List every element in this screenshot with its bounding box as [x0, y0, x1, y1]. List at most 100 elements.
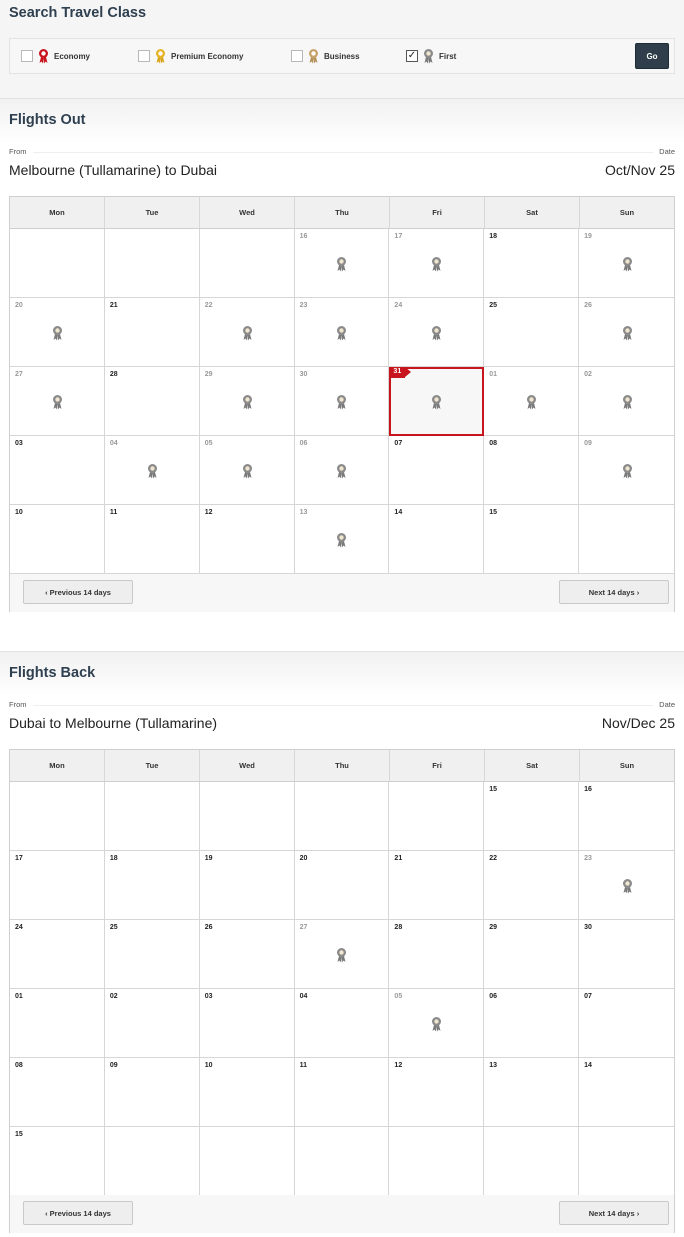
day-number: 19: [204, 855, 213, 862]
business-option[interactable]: Business: [291, 39, 360, 73]
day-number: 11: [299, 1062, 307, 1069]
day-number: 25: [109, 924, 118, 931]
calendar-day: 02: [104, 989, 200, 1058]
calendar-day[interactable]: 02: [579, 367, 674, 436]
weekday-label: Mon: [10, 197, 105, 228]
grey-medal-icon: [424, 49, 433, 64]
calendar-day[interactable]: 27: [294, 920, 390, 989]
day-number: 15: [15, 1131, 23, 1138]
day-number: 29: [489, 924, 498, 931]
first-option[interactable]: ✓ First: [406, 39, 456, 73]
day-number: 01: [15, 993, 23, 1000]
calendar-day[interactable]: 24: [389, 298, 485, 367]
calendar-day[interactable]: 06: [294, 436, 390, 505]
calendar-day[interactable]: 22: [199, 298, 295, 367]
day-number: 24: [15, 924, 23, 931]
calendar-day[interactable]: 27: [10, 367, 105, 436]
first-class-medal-icon: [622, 464, 632, 479]
first-class-medal-icon: [432, 395, 442, 410]
flights-back-header: Flights Back: [0, 651, 684, 696]
calendar-day: 15: [484, 782, 580, 851]
calendar-day[interactable]: 31: [389, 367, 485, 436]
economy-checkbox[interactable]: [21, 50, 33, 62]
flights-out-title: Flights Out: [9, 112, 86, 128]
calendar-day: 11: [294, 1058, 390, 1127]
day-number: 20: [15, 302, 23, 309]
day-number: 13: [299, 509, 308, 516]
weekday-label: Thu: [295, 197, 390, 228]
weekday-label: Wed: [200, 750, 295, 781]
calendar-day[interactable]: 19: [579, 229, 674, 298]
day-number: 02: [584, 371, 592, 378]
day-number: 23: [299, 302, 308, 309]
calendar-day[interactable]: 04: [104, 436, 200, 505]
day-number: 15: [489, 786, 498, 793]
calendar-day: 10: [10, 505, 105, 574]
weekday-label: Thu: [295, 750, 390, 781]
weekday-label: Sun: [619, 761, 635, 770]
calendar-day[interactable]: 23: [294, 298, 390, 367]
day-number: 24: [394, 302, 403, 309]
day-number: 21: [394, 855, 403, 862]
next-14-days-button[interactable]: Next 14 days ›: [559, 580, 669, 604]
calendar-day: 04: [294, 989, 390, 1058]
calendar-day: 08: [484, 436, 580, 505]
first-class-medal-icon: [337, 948, 347, 963]
bronze-medal-icon: [309, 49, 318, 64]
calendar-day: 07: [579, 989, 674, 1058]
calendar-day: 16: [579, 782, 674, 851]
calendar-empty-cell: [484, 1127, 580, 1196]
day-number: 16: [584, 786, 592, 793]
calendar-day[interactable]: 29: [199, 367, 295, 436]
calendar-day: 18: [484, 229, 580, 298]
day-number: 11: [109, 509, 118, 516]
business-checkbox[interactable]: [291, 50, 303, 62]
calendar-day[interactable]: 30: [294, 367, 390, 436]
calendar-day: 28: [104, 367, 200, 436]
calendar-day: 14: [389, 505, 485, 574]
go-button[interactable]: Go: [635, 43, 669, 69]
day-number: 17: [394, 233, 403, 240]
calendar-day: 12: [389, 1058, 485, 1127]
calendar-day[interactable]: 20: [10, 298, 105, 367]
day-number: 23: [584, 855, 592, 862]
day-number: 12: [204, 509, 213, 516]
calendar-day[interactable]: 23: [579, 851, 674, 920]
day-number: 22: [204, 302, 213, 309]
calendar-day[interactable]: 16: [294, 229, 390, 298]
day-number: 29: [204, 371, 213, 378]
calendar-day[interactable]: 17: [389, 229, 485, 298]
calendar-empty-cell: [10, 782, 105, 851]
calendar-day[interactable]: 05: [389, 989, 485, 1058]
previous-14-days-button[interactable]: ‹ Previous 14 days: [23, 580, 133, 604]
calendar-day: 20: [294, 851, 390, 920]
calendar-day[interactable]: 05: [199, 436, 295, 505]
day-number: 20: [299, 855, 308, 862]
outbound-calendar: Mon Tue Wed Thu Fri Sat Sun 16 17 18 19 20 21…: [9, 196, 675, 612]
gold-medal-icon: [156, 49, 165, 64]
calendar-day[interactable]: 26: [579, 298, 674, 367]
day-number: 03: [204, 993, 213, 1000]
next-14-days-button[interactable]: Next 14 days ›: [559, 1201, 669, 1225]
day-number: 05: [394, 993, 403, 1000]
economy-option[interactable]: Economy: [21, 39, 90, 73]
calendar-day: 01: [10, 989, 105, 1058]
weekday-header: Mon Tue Wed Thu Fri Sat Sun: [10, 750, 674, 782]
calendar-empty-cell: [104, 1127, 200, 1196]
first-checkbox[interactable]: ✓: [406, 50, 418, 62]
day-number: 10: [15, 509, 23, 516]
first-class-medal-icon: [432, 257, 442, 272]
premium-economy-checkbox[interactable]: [138, 50, 150, 62]
day-number: 31: [389, 367, 411, 378]
calendar-day: 18: [104, 851, 200, 920]
calendar-day[interactable]: 13: [294, 505, 390, 574]
calendar-day: 09: [104, 1058, 200, 1127]
calendar-day: 14: [579, 1058, 674, 1127]
day-number: 02: [109, 993, 118, 1000]
calendar-day[interactable]: 01: [484, 367, 580, 436]
premium-economy-option[interactable]: Premium Economy: [138, 39, 243, 73]
first-class-medal-icon: [337, 533, 347, 548]
previous-14-days-button[interactable]: ‹ Previous 14 days: [23, 1201, 133, 1225]
calendar-day[interactable]: 09: [579, 436, 674, 505]
first-class-medal-icon: [242, 326, 252, 341]
